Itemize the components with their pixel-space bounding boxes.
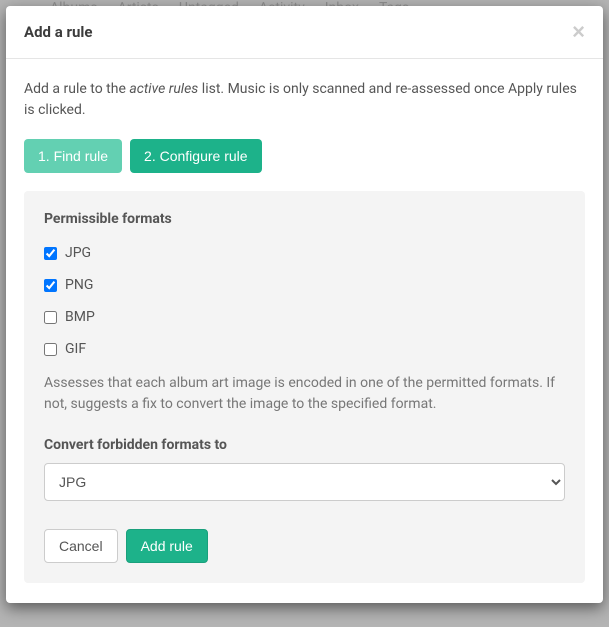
cancel-button[interactable]: Cancel [44, 529, 118, 563]
format-label: PNG [65, 277, 93, 293]
intro-prefix: Add a rule to the [24, 81, 129, 97]
format-checkbox-png[interactable] [44, 279, 57, 292]
close-button[interactable]: × [572, 21, 585, 43]
format-checkbox-gif[interactable] [44, 343, 57, 356]
format-item-bmp: BMP [44, 309, 565, 325]
convert-label: Convert forbidden formats to [44, 437, 565, 453]
intro-em: active rules [129, 81, 198, 97]
format-item-jpg: JPG [44, 245, 565, 261]
format-checkbox-bmp[interactable] [44, 311, 57, 324]
permissible-formats-heading: Permissible formats [44, 211, 565, 227]
action-row: Cancel Add rule [44, 529, 565, 563]
rule-description: Assesses that each album art image is en… [44, 373, 565, 415]
configure-panel: Permissible formats JPG PNG BMP [24, 191, 585, 583]
modal-overlay: Add a rule × Add a rule to the active ru… [0, 0, 609, 627]
convert-format-select[interactable]: JPG [44, 463, 565, 501]
modal-body: Add a rule to the active rules list. Mus… [6, 59, 603, 603]
modal-title: Add a rule [24, 23, 92, 41]
format-label: GIF [65, 341, 86, 357]
intro-text: Add a rule to the active rules list. Mus… [24, 79, 585, 121]
step-find-rule[interactable]: 1. Find rule [24, 139, 122, 173]
format-item-gif: GIF [44, 341, 565, 357]
close-icon: × [572, 19, 585, 44]
add-rule-modal: Add a rule × Add a rule to the active ru… [6, 6, 603, 603]
format-checkbox-jpg[interactable] [44, 247, 57, 260]
format-label: BMP [65, 309, 95, 325]
step-configure-rule[interactable]: 2. Configure rule [130, 139, 262, 173]
format-label: JPG [65, 245, 91, 261]
format-item-png: PNG [44, 277, 565, 293]
add-rule-button[interactable]: Add rule [126, 529, 208, 563]
format-list: JPG PNG BMP GIF [44, 245, 565, 357]
wizard-steps: 1. Find rule 2. Configure rule [24, 139, 585, 173]
modal-header: Add a rule × [6, 6, 603, 59]
